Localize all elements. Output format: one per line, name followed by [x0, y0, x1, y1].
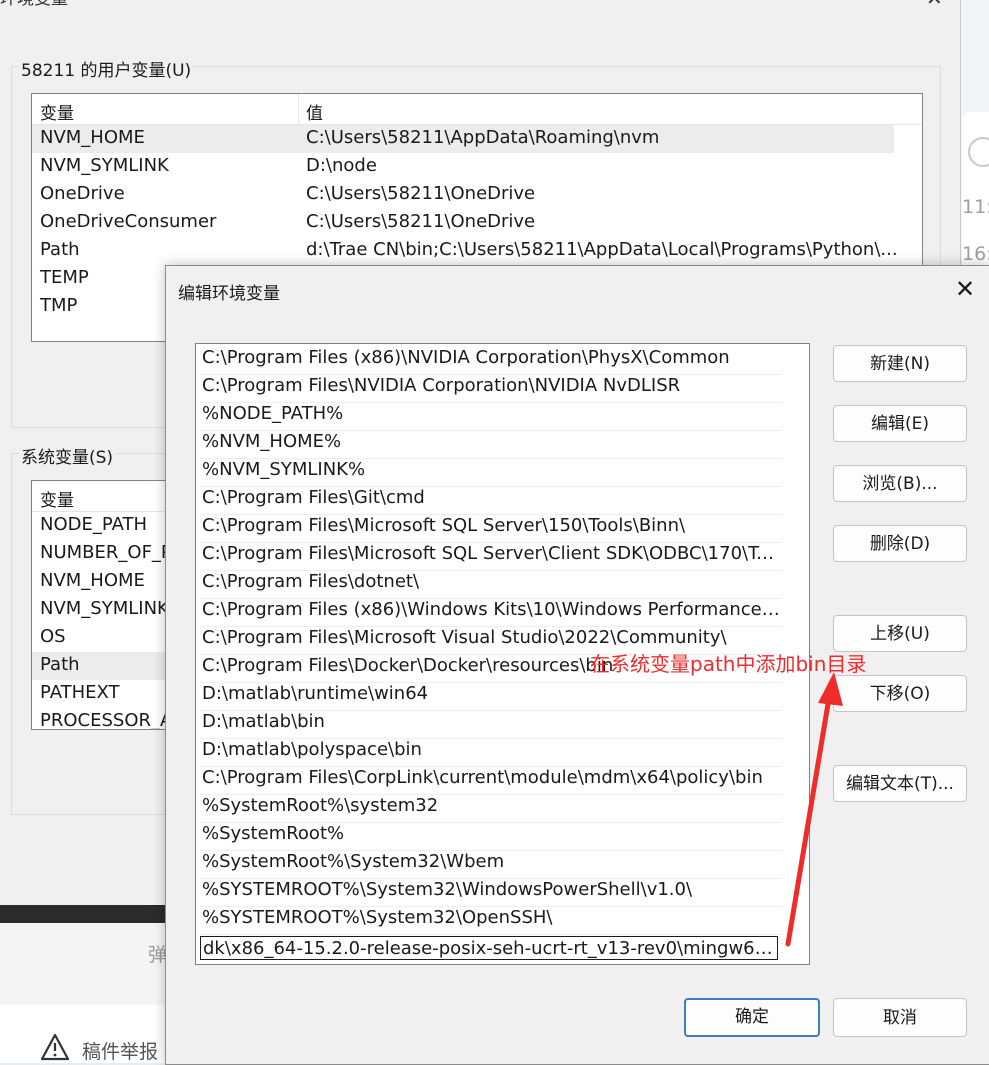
column-header-variable[interactable]: 变量	[40, 486, 74, 511]
path-item[interactable]: C:\Program Files\dotnet\	[202, 571, 782, 599]
path-item[interactable]: %NVM_HOME%	[202, 431, 782, 459]
edit-text-button[interactable]: 编辑文本(T)...	[833, 765, 967, 802]
column-divider	[298, 94, 299, 124]
column-header-variable[interactable]: 变量	[40, 99, 74, 124]
move-down-button[interactable]: 下移(O)	[833, 675, 967, 712]
background-bottom-band	[0, 905, 170, 923]
browse-button[interactable]: 浏览(B)...	[833, 465, 967, 502]
warning-icon	[40, 1033, 70, 1061]
table-row[interactable]: NVM_SYMLINK D:\node	[32, 153, 922, 181]
ok-button[interactable]: 确定	[684, 998, 820, 1037]
table-row[interactable]: NVM_HOME C:\Users\58211\AppData\Roaming\…	[32, 125, 894, 153]
path-item[interactable]: %SystemRoot%	[202, 823, 782, 851]
path-item[interactable]: C:\Program Files\CorpLink\current\module…	[202, 767, 782, 795]
path-item[interactable]: C:\Program Files\Microsoft SQL Server\Cl…	[202, 543, 782, 571]
path-item[interactable]: C:\Program Files\NVIDIA Corporation\NVID…	[202, 375, 782, 403]
background-time-1: 11:5	[962, 196, 989, 218]
delete-button[interactable]: 删除(D)	[833, 525, 967, 562]
path-item[interactable]: %NVM_SYMLINK%	[202, 459, 782, 487]
path-item[interactable]: C:\Program Files (x86)\Windows Kits\10\W…	[202, 599, 782, 627]
path-edit-input[interactable]: dk\x86_64-15.2.0-release-posix-seh-ucrt-…	[200, 936, 778, 960]
path-item[interactable]: C:\Program Files\Git\cmd	[202, 487, 782, 515]
edit-button[interactable]: 编辑(E)	[833, 405, 967, 442]
report-label[interactable]: 稿件举报	[82, 1037, 158, 1064]
background-time-2: 16:1	[962, 243, 989, 265]
close-icon[interactable]: ✕	[950, 274, 980, 304]
system-variables-label: 系统变量(S)	[19, 443, 116, 468]
new-button[interactable]: 新建(N)	[833, 345, 967, 382]
edit-environment-variable-dialog: 编辑环境变量 ✕ C:\Program Files (x86)\NVIDIA C…	[165, 265, 989, 1065]
dialog-title: 编辑环境变量	[178, 284, 280, 304]
path-item[interactable]: D:\matlab\bin	[202, 711, 782, 739]
path-item[interactable]: D:\matlab\runtime\win64	[202, 683, 782, 711]
path-item[interactable]: %SYSTEMROOT%\System32\WindowsPowerShell\…	[202, 879, 782, 907]
move-up-button[interactable]: 上移(U)	[833, 615, 967, 652]
path-item[interactable]: %SYSTEMROOT%\System32\OpenSSH\	[202, 907, 782, 935]
path-item[interactable]: %SystemRoot%\System32\Wbem	[202, 851, 782, 879]
path-item[interactable]: C:\Program Files (x86)\NVIDIA Corporatio…	[202, 347, 782, 375]
cancel-button[interactable]: 取消	[833, 998, 967, 1037]
path-item[interactable]: %NODE_PATH%	[202, 403, 782, 431]
path-item[interactable]: D:\matlab\polyspace\bin	[202, 739, 782, 767]
annotation-text: 在系统变量path中添加bin目录	[590, 652, 867, 676]
table-row[interactable]: OneDriveConsumer C:\Users\58211\OneDrive	[32, 209, 922, 237]
table-row[interactable]: OneDrive C:\Users\58211\OneDrive	[32, 181, 922, 209]
path-item[interactable]: %SystemRoot%\system32	[202, 795, 782, 823]
column-header-value[interactable]: 值	[306, 99, 323, 124]
list-header: 变量 值	[32, 94, 922, 125]
window-title: 环境变量	[0, 0, 68, 9]
close-icon[interactable]: ✕	[926, 0, 943, 10]
user-variables-label: 58211 的用户变量(U)	[19, 56, 194, 81]
table-row[interactable]: Path d:\Trae CN\bin;C:\Users\58211\AppDa…	[32, 237, 922, 265]
path-item[interactable]: C:\Program Files\Microsoft SQL Server\15…	[202, 515, 782, 543]
